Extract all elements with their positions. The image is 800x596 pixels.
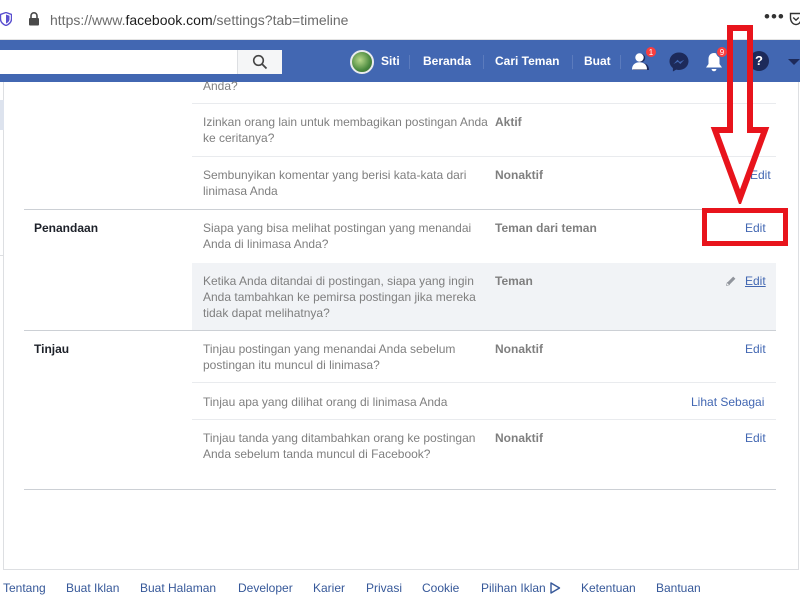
pocket-icon[interactable] xyxy=(789,12,800,26)
section-title-tinjau: Tinjau xyxy=(34,342,70,356)
footer-link-karier[interactable]: Karier xyxy=(313,581,345,595)
browser-url-bar: https://www.facebook.com/settings?tab=ti… xyxy=(0,0,800,40)
setting-value: Nonaktif xyxy=(495,342,543,356)
section-divider xyxy=(24,330,776,331)
footer-link-privasi[interactable]: Privasi xyxy=(366,581,402,595)
nav-divider xyxy=(409,55,410,69)
red-highlight-box-annotation xyxy=(702,208,788,246)
url-path: /settings?tab=timeline xyxy=(212,12,349,28)
setting-description: Ketika Anda ditandai di postingan, siapa… xyxy=(203,274,476,320)
url-domain: facebook.com xyxy=(125,12,213,28)
nav-divider xyxy=(620,55,621,69)
url-prefix: https://www. xyxy=(50,12,126,28)
setting-description: Anda? xyxy=(203,79,238,93)
footer-link-cookie[interactable]: Cookie xyxy=(422,581,459,595)
edit-tag-review-link[interactable]: Edit xyxy=(745,431,766,445)
nav-cari-teman[interactable]: Cari Teman xyxy=(495,54,559,68)
facebook-top-bar: Siti Beranda Cari Teman Buat 1 9 ? xyxy=(0,40,800,82)
row-divider xyxy=(192,419,776,420)
footer-links: Tentang Buat Iklan Buat Halaman Develope… xyxy=(0,581,800,596)
search-icon xyxy=(252,54,268,70)
setting-description: Tinjau postingan yang menandai Anda sebe… xyxy=(203,342,456,372)
footer-link-pilihan-iklan[interactable]: Pilihan Iklan xyxy=(481,581,546,595)
setting-value: Aktif xyxy=(495,115,522,129)
nav-divider xyxy=(483,55,484,69)
row-divider xyxy=(192,156,776,157)
left-nav-selected-edge xyxy=(0,100,4,130)
adchoices-icon[interactable] xyxy=(549,582,561,594)
account-menu-caret-icon[interactable] xyxy=(788,59,800,65)
pencil-icon xyxy=(726,276,736,286)
footer-link-buat-iklan[interactable]: Buat Iklan xyxy=(66,581,119,595)
nav-divider xyxy=(572,55,573,69)
view-as-link[interactable]: Lihat Sebagai xyxy=(691,395,764,409)
setting-value: Nonaktif xyxy=(495,168,543,182)
setting-value: Teman dari teman xyxy=(495,221,597,235)
setting-description: Tinjau apa yang dilihat orang di linimas… xyxy=(203,395,448,409)
footer-link-buat-halaman[interactable]: Buat Halaman xyxy=(140,581,216,595)
setting-description: Tinjau tanda yang ditambahkan orang ke p… xyxy=(203,431,476,461)
edit-tag-audience-link[interactable]: Edit xyxy=(745,274,766,288)
friend-requests-badge: 1 xyxy=(645,46,657,58)
row-divider xyxy=(192,103,776,104)
setting-description: Izinkan orang lain untuk membagikan post… xyxy=(203,115,488,145)
search-button[interactable] xyxy=(237,50,282,74)
footer-link-ketentuan[interactable]: Ketentuan xyxy=(581,581,636,595)
footer-link-developer[interactable]: Developer xyxy=(238,581,293,595)
footer-link-bantuan[interactable]: Bantuan xyxy=(656,581,701,595)
content-frame-border xyxy=(3,569,799,570)
setting-description: Sembunyikan komentar yang berisi kata-ka… xyxy=(203,168,467,198)
section-divider xyxy=(24,489,776,490)
section-title-penandaan: Penandaan xyxy=(34,221,99,235)
row-divider xyxy=(192,382,776,383)
shield-icon[interactable] xyxy=(0,12,12,26)
lock-icon[interactable] xyxy=(28,12,40,26)
edit-timeline-review-link[interactable]: Edit xyxy=(745,342,766,356)
setting-description: Siapa yang bisa melihat postingan yang m… xyxy=(203,221,472,251)
avatar[interactable] xyxy=(350,50,374,74)
left-nav-divider xyxy=(0,255,4,256)
setting-value: Nonaktif xyxy=(495,431,543,445)
url-text[interactable]: https://www.facebook.com/settings?tab=ti… xyxy=(50,12,348,28)
red-arrow-annotation xyxy=(710,25,770,204)
messenger-icon[interactable] xyxy=(667,50,691,74)
profile-link[interactable]: Siti xyxy=(381,54,400,68)
content-frame-border xyxy=(3,82,4,570)
setting-value: Teman xyxy=(495,274,533,288)
nav-beranda[interactable]: Beranda xyxy=(423,54,471,68)
section-divider xyxy=(24,209,776,210)
footer-link-tentang[interactable]: Tentang xyxy=(3,581,46,595)
content-frame-border xyxy=(798,82,799,570)
nav-buat[interactable]: Buat xyxy=(584,54,611,68)
